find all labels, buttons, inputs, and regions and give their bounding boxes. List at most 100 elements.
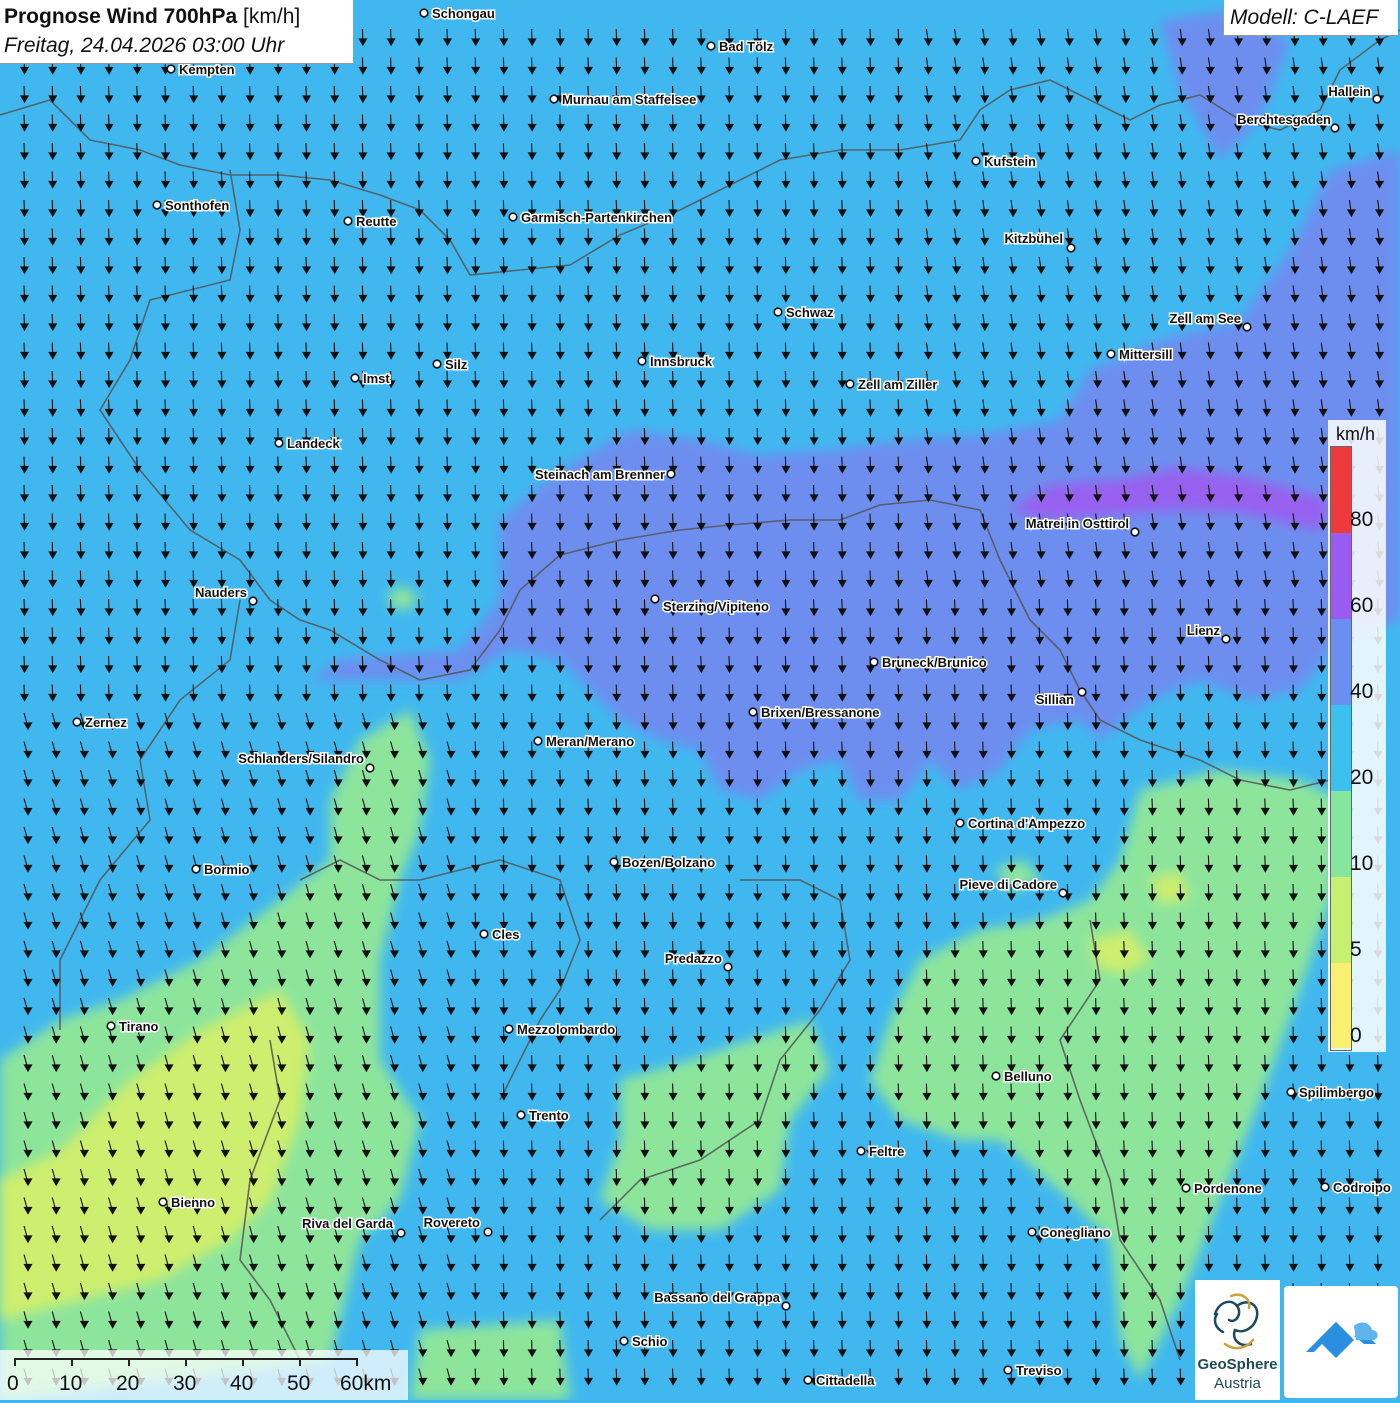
scale-label: 20: [116, 1372, 140, 1395]
legend-tick: 0: [1350, 1024, 1362, 1047]
scale-tick: [299, 1358, 301, 1366]
city-label: Kufstein: [984, 154, 1036, 169]
city-dot: [1003, 1365, 1013, 1375]
city-dot: [549, 94, 559, 104]
city-dot: [1130, 527, 1140, 537]
city-dot: [991, 1071, 1001, 1081]
legend: km/h 80 60 40 20 10 5 0: [1328, 420, 1386, 1052]
scale-bar: 0 10 20 30 40 50 60km: [0, 1350, 408, 1400]
logo-name-line2: Austria: [1214, 1375, 1261, 1392]
city-label: Cles: [492, 927, 519, 942]
scale-label: 50: [287, 1372, 311, 1395]
city-dot: [483, 1227, 493, 1237]
scale-label: 40: [230, 1372, 254, 1395]
city-label: Kempten: [179, 62, 235, 77]
legend-tick: 60: [1350, 594, 1374, 617]
city-marker: Garmisch-Partenkirchen: [508, 209, 674, 227]
city-label: Silz: [445, 357, 468, 372]
city-marker: Sterzing/Vipiteno: [650, 594, 770, 616]
scale-tick: [242, 1358, 244, 1366]
forecast-datetime: Freitag, 24.04.2026 03:00 Uhr: [4, 34, 285, 57]
wind-map: Schongau Bad Tölz Kempten Murnau am Staffel…: [0, 0, 1400, 1400]
scale-label: 0: [7, 1372, 19, 1395]
city-label: Schwaz: [786, 305, 834, 320]
city-label: Riva del Garda: [302, 1216, 394, 1231]
city-dot: [1066, 243, 1076, 253]
city-dot: [396, 1228, 406, 1238]
city-label: Zell am Ziller: [858, 377, 937, 392]
city-label: Garmisch-Partenkirchen: [521, 210, 672, 225]
city-label: Pieve di Cadore: [959, 877, 1057, 892]
city-label: Sillian: [1036, 692, 1074, 707]
city-label: Schio: [632, 1334, 667, 1349]
city-dot: [479, 929, 489, 939]
city-dot: [955, 818, 965, 828]
city-label: Cortina d'Ampezzo: [968, 816, 1085, 831]
city-dot: [773, 307, 783, 317]
scale-tick: [356, 1358, 358, 1366]
legend-tick: 5: [1350, 938, 1362, 961]
app-logo: [1284, 1286, 1398, 1398]
legend-tick: 20: [1350, 766, 1374, 789]
city-dot: [504, 1024, 514, 1034]
city-dot: [856, 1146, 866, 1156]
city-label: Brixen/Bressanone: [761, 705, 880, 720]
city-dot: [1330, 123, 1340, 133]
scale-label: 10: [59, 1372, 83, 1395]
city-label: Codroipo: [1333, 1180, 1391, 1195]
city-dot: [803, 1375, 813, 1385]
city-label: Bruneck/Brunico: [882, 655, 987, 670]
calm-zone-southwest-extend: [410, 1320, 570, 1400]
city-label: Mezzolombardo: [517, 1022, 615, 1037]
city-label: Hallein: [1328, 84, 1371, 99]
city-label: Bormio: [204, 862, 250, 877]
city-dot: [1286, 1087, 1296, 1097]
legend-color-80: [1331, 447, 1351, 533]
city-dot: [158, 1197, 168, 1207]
city-marker: Zell am Ziller: [845, 376, 939, 394]
city-label: Innsbruck: [650, 354, 713, 369]
city-dot: [72, 717, 82, 727]
city-label: Trento: [529, 1108, 569, 1123]
city-dot: [191, 864, 201, 874]
city-dot: [432, 359, 442, 369]
city-label: Bad Tölz: [719, 39, 774, 54]
legend-color-5: [1331, 877, 1351, 963]
city-marker: Schongau: [419, 5, 496, 23]
city-label: Matrei in Osttirol: [1026, 516, 1129, 531]
logo-name-line1: GeoSphere: [1197, 1356, 1278, 1373]
geosphere-logo: GeoSphere Austria: [1195, 1280, 1280, 1400]
city-label: Murnau am Staffelsee: [562, 92, 696, 107]
scale-tick: [185, 1358, 187, 1366]
legend-color-20: [1331, 705, 1351, 791]
city-dot: [650, 594, 660, 604]
city-dot: [152, 200, 162, 210]
city-dot: [869, 657, 879, 667]
scale-tick: [71, 1358, 73, 1366]
city-label: Schlanders/Silandro: [238, 751, 364, 766]
city-marker: Conegliano: [1027, 1224, 1112, 1242]
city-label: Sonthofen: [165, 198, 229, 213]
city-dot: [508, 212, 518, 222]
city-label: Pordenone: [1194, 1181, 1262, 1196]
city-dot: [274, 438, 284, 448]
city-label: Zell am See: [1169, 311, 1241, 326]
scale-tick: [128, 1358, 130, 1366]
city-label: Imst: [363, 371, 390, 386]
city-dot: [619, 1336, 629, 1346]
city-marker: Meran/Merano: [533, 733, 636, 751]
city-marker: Mezzolombardo: [504, 1021, 617, 1039]
city-dot: [1058, 888, 1068, 898]
city-marker: Cortina d'Ampezzo: [955, 815, 1087, 833]
city-label: Conegliano: [1040, 1225, 1111, 1240]
legend-color-0: [1331, 963, 1351, 1048]
city-label: Schongau: [432, 6, 495, 21]
title-box: Prognose Wind 700hPa [km/h] Freitag, 24.…: [0, 0, 354, 64]
city-marker: Spilimbergo: [1286, 1084, 1376, 1102]
city-label: Spilimbergo: [1299, 1085, 1374, 1100]
city-label: Feltre: [869, 1144, 904, 1159]
city-label: Bienno: [171, 1195, 215, 1210]
city-marker: Bozen/Bolzano: [609, 854, 717, 872]
city-label: Reutte: [356, 214, 396, 229]
city-dot: [1372, 94, 1382, 104]
